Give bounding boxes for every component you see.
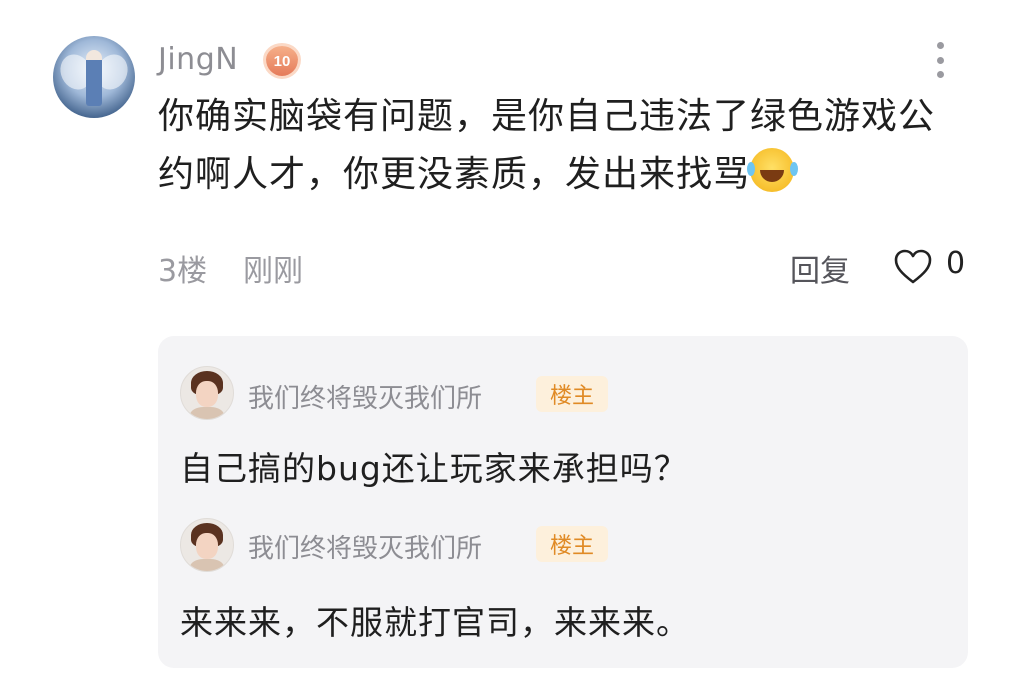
- level-badge: 10: [262, 45, 302, 77]
- avatar-figure: [86, 50, 102, 106]
- heart-outline-icon[interactable]: [893, 248, 933, 286]
- floor-number: 3楼: [158, 254, 208, 289]
- like-count: 0: [946, 246, 966, 281]
- op-badge: 楼主: [536, 526, 608, 562]
- reply-avatar[interactable]: [180, 366, 234, 420]
- reply-text: 来来来，不服就打官司，来来来。: [180, 603, 690, 642]
- more-dot: [936, 56, 944, 64]
- reply-username[interactable]: 我们终将毁灭我们所: [248, 378, 482, 415]
- more-vertical-icon[interactable]: [930, 42, 950, 78]
- level-shield-icon: 10: [266, 46, 298, 76]
- reply-panel: 我们终将毁灭我们所 楼主 自己搞的bug还让玩家来承担吗？ 我们终将毁灭我们所 …: [158, 336, 968, 668]
- avatar-body: [190, 559, 224, 571]
- more-dot: [936, 42, 944, 49]
- reply-text: 自己搞的bug还让玩家来承担吗？: [180, 449, 688, 488]
- op-badge: 楼主: [536, 376, 608, 412]
- level-number: 10: [273, 52, 291, 70]
- reply-avatar[interactable]: [180, 518, 234, 572]
- user-avatar[interactable]: [53, 36, 135, 118]
- comment-time: 刚刚: [243, 254, 303, 289]
- avatar-face: [196, 381, 218, 407]
- reply-button[interactable]: 回复: [790, 246, 850, 290]
- reply-username[interactable]: 我们终将毁灭我们所: [248, 528, 482, 565]
- comment-body: 你确实脑袋有问题，是你自己违法了绿色游戏公约啊人才，你更没素质，发出来找骂: [158, 88, 968, 204]
- avatar-face: [196, 533, 218, 559]
- comment-text: 你确实脑袋有问题，是你自己违法了绿色游戏公约啊人才，你更没素质，发出来找骂: [158, 96, 936, 195]
- comment-username[interactable]: JingN: [158, 42, 238, 77]
- avatar-body: [190, 407, 224, 419]
- more-dot: [936, 71, 944, 78]
- laughing-tears-emoji-icon: [747, 148, 795, 192]
